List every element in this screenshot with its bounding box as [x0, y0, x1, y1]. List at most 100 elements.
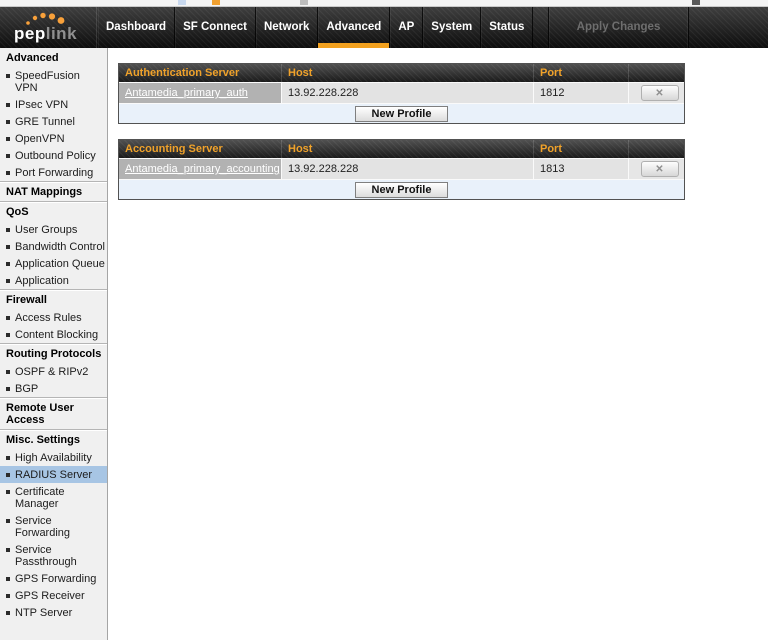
apply-changes-button[interactable]: Apply Changes [548, 7, 689, 48]
acct-table-footer-row: New Profile [119, 179, 684, 199]
bullet-icon [6, 333, 10, 337]
acct-profile-name-cell: Antamedia_primary_accounting [119, 158, 282, 179]
new-auth-profile-button[interactable]: New Profile [355, 106, 449, 122]
sidebar-item-high-availability[interactable]: High Availability [0, 449, 107, 466]
x-icon: ✕ [655, 88, 663, 99]
sidebar-item-access-rules[interactable]: Access Rules [0, 309, 107, 326]
authentication-server-table: Authentication Server Host Port Antamedi… [118, 63, 685, 124]
sidebar-item-openvpn[interactable]: OpenVPN [0, 130, 107, 147]
bullet-icon [6, 316, 10, 320]
bullet-icon [6, 456, 10, 460]
sidebar-item-bandwidth-control[interactable]: Bandwidth Control [0, 238, 107, 255]
auth-profile-link[interactable]: Antamedia_primary_auth [125, 87, 248, 99]
bullet-icon [6, 120, 10, 124]
column-header-actions [629, 64, 684, 82]
sidebar-item-user-groups[interactable]: User Groups [0, 221, 107, 238]
accounting-server-row: Antamedia_primary_accounting 13.92.228.2… [119, 158, 684, 179]
sidebar-item-gre-tunnel[interactable]: GRE Tunnel [0, 113, 107, 130]
auth-table-header-row: Authentication Server Host Port [119, 64, 684, 82]
acct-profile-link[interactable]: Antamedia_primary_accounting [125, 163, 280, 175]
sidebar-item-content-blocking[interactable]: Content Blocking [0, 326, 107, 343]
auth-port-cell: 1812 [534, 82, 629, 103]
tab-advanced[interactable]: Advanced [318, 7, 390, 48]
acct-table-header-row: Accounting Server Host Port [119, 140, 684, 158]
column-header-host: Host [282, 140, 534, 158]
peplink-logo[interactable]: peplink [0, 7, 97, 48]
bullet-icon [6, 594, 10, 598]
browser-tab-fragment [212, 0, 220, 5]
column-header-actions [629, 140, 684, 158]
sidebar-item-radius-server[interactable]: RADIUS Server [0, 466, 107, 483]
sidebar: Advanced SpeedFusion VPN IPsec VPN GRE T… [0, 48, 108, 640]
tab-network[interactable]: Network [256, 7, 318, 48]
auth-profile-name-cell: Antamedia_primary_auth [119, 82, 282, 103]
acct-port-cell: 1813 [534, 158, 629, 179]
nav-tabs: Dashboard SF Connect Network Advanced AP… [98, 7, 533, 48]
tab-ap[interactable]: AP [390, 7, 423, 48]
column-header-port: Port [534, 64, 629, 82]
sidebar-item-service-forwarding[interactable]: Service Forwarding [0, 512, 107, 541]
tab-status[interactable]: Status [481, 7, 533, 48]
sidebar-item-ospf-ripv2[interactable]: OSPF & RIPv2 [0, 363, 107, 380]
sidebar-item-certificate-manager[interactable]: Certificate Manager [0, 483, 107, 512]
bullet-icon [6, 262, 10, 266]
sidebar-item-service-passthrough[interactable]: Service Passthrough [0, 541, 107, 570]
main-content: Authentication Server Host Port Antamedi… [109, 48, 768, 640]
bullet-icon [6, 577, 10, 581]
sidebar-section-qos: QoS User Groups Bandwidth Control Applic… [0, 201, 107, 289]
new-acct-profile-button[interactable]: New Profile [355, 182, 449, 198]
top-navbar: peplink Dashboard SF Connect Network Adv… [0, 7, 768, 48]
column-header-authentication-server: Authentication Server [119, 64, 282, 82]
auth-table-footer-row: New Profile [119, 103, 684, 123]
sidebar-item-application[interactable]: Application [0, 272, 107, 289]
sidebar-section-advanced: Advanced SpeedFusion VPN IPsec VPN GRE T… [0, 48, 107, 181]
sidebar-section-nat-mappings: NAT Mappings [0, 181, 107, 201]
tab-system[interactable]: System [423, 7, 481, 48]
sidebar-item-ntp-server[interactable]: NTP Server [0, 604, 107, 621]
tab-sf-connect[interactable]: SF Connect [175, 7, 256, 48]
column-header-accounting-server: Accounting Server [119, 140, 282, 158]
acct-host-cell: 13.92.228.228 [282, 158, 534, 179]
delete-auth-profile-button[interactable]: ✕ [641, 85, 679, 101]
x-icon: ✕ [655, 164, 663, 175]
column-header-port: Port [534, 140, 629, 158]
delete-acct-profile-button[interactable]: ✕ [641, 161, 679, 177]
bullet-icon [6, 490, 10, 494]
sidebar-item-speedfusion-vpn[interactable]: SpeedFusion VPN [0, 67, 107, 96]
browser-edge [0, 0, 768, 7]
bullet-icon [6, 137, 10, 141]
column-header-host: Host [282, 64, 534, 82]
sidebar-section-firewall: Firewall Access Rules Content Blocking [0, 289, 107, 343]
sidebar-item-remote-user-access[interactable]: Remote User Access [0, 398, 107, 429]
bullet-icon [6, 519, 10, 523]
bullet-icon [6, 154, 10, 158]
bullet-icon [6, 279, 10, 283]
accounting-server-table: Accounting Server Host Port Antamedia_pr… [118, 139, 685, 200]
auth-server-row: Antamedia_primary_auth 13.92.228.228 181… [119, 82, 684, 103]
bullet-icon [6, 387, 10, 391]
brand-wordmark: peplink [14, 24, 77, 44]
bullet-icon [6, 103, 10, 107]
sidebar-item-ipsec-vpn[interactable]: IPsec VPN [0, 96, 107, 113]
bullet-icon [6, 228, 10, 232]
bullet-icon [6, 548, 10, 552]
sidebar-section-misc-settings: Misc. Settings High Availability RADIUS … [0, 429, 107, 621]
auth-actions-cell: ✕ [629, 82, 684, 103]
sidebar-item-nat-mappings[interactable]: NAT Mappings [0, 182, 107, 201]
bullet-icon [6, 473, 10, 477]
sidebar-item-outbound-policy[interactable]: Outbound Policy [0, 147, 107, 164]
sidebar-item-gps-forwarding[interactable]: GPS Forwarding [0, 570, 107, 587]
bullet-icon [6, 611, 10, 615]
sidebar-item-gps-receiver[interactable]: GPS Receiver [0, 587, 107, 604]
bullet-icon [6, 171, 10, 175]
sidebar-header-misc-settings: Misc. Settings [0, 430, 107, 449]
sidebar-section-routing-protocols: Routing Protocols OSPF & RIPv2 BGP [0, 343, 107, 397]
sidebar-item-port-forwarding[interactable]: Port Forwarding [0, 164, 107, 181]
sidebar-item-bgp[interactable]: BGP [0, 380, 107, 397]
browser-tab-fragment [692, 0, 700, 5]
browser-tab-fragment [300, 0, 308, 5]
tab-dashboard[interactable]: Dashboard [98, 7, 175, 48]
bullet-icon [6, 74, 10, 78]
sidebar-item-application-queue[interactable]: Application Queue [0, 255, 107, 272]
sidebar-header-routing-protocols: Routing Protocols [0, 344, 107, 363]
